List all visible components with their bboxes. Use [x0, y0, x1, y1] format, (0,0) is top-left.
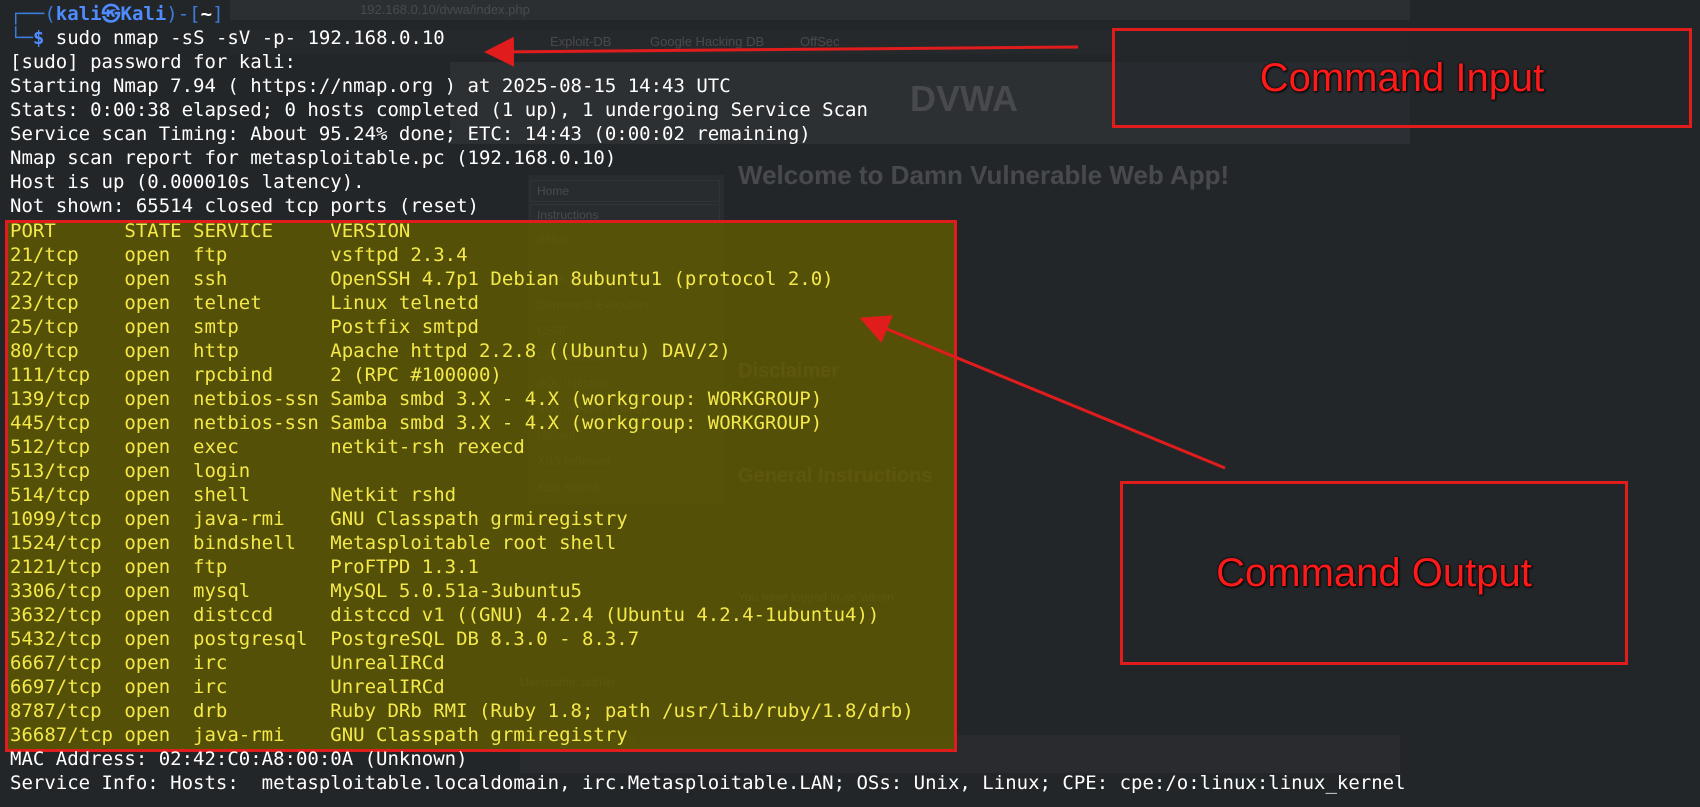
prompt-suffix: ]	[212, 3, 224, 25]
prompt-dir: ~	[200, 3, 213, 25]
browser-url: 192.168.0.10/dvwa/index.php	[360, 2, 530, 17]
command-output-annotation: Command Output	[1120, 481, 1628, 665]
port-row: 3632/tcp open distccd distccd v1 ((GNU) …	[10, 604, 880, 626]
port-row: 80/tcp open http Apache httpd 2.2.8 ((Ub…	[10, 340, 731, 362]
port-row: 3306/tcp open mysql MySQL 5.0.51a-3ubunt…	[10, 580, 582, 602]
output-line: Service scan Timing: About 95.24% done; …	[10, 123, 811, 145]
output-line-service-info: Service Info: Hosts: metasploitable.loca…	[10, 772, 1406, 794]
command-line[interactable]: └─$ sudo nmap -sS -sV -p- 192.168.0.10	[10, 26, 445, 50]
dvwa-heading: Welcome to Damn Vulnerable Web App!	[738, 160, 1230, 190]
port-row: 139/tcp open netbios-ssn Samba smbd 3.X …	[10, 388, 823, 410]
arrow-to-command	[484, 36, 1079, 67]
prompt-prefix: ┌──(	[10, 3, 56, 25]
output-line: [sudo] password for kali:	[10, 51, 296, 73]
port-table-header: PORT STATE SERVICE VERSION	[10, 220, 411, 242]
port-row: 445/tcp open netbios-ssn Samba smbd 3.X …	[10, 412, 823, 434]
command-text: sudo nmap -sS -sV -p- 192.168.0.10	[55, 27, 445, 49]
command-input-annotation: Command Input	[1112, 28, 1692, 128]
port-row: 1524/tcp open bindshell Metasploitable r…	[10, 532, 617, 554]
prompt-line-1: ┌──(kali㉿Kali)-[~]	[10, 2, 224, 26]
prompt-corner: └─	[10, 27, 33, 49]
port-row: 6697/tcp open irc UnrealIRCd	[10, 676, 445, 698]
command-input-label: Command Input	[1259, 55, 1545, 100]
browser-url-bar[interactable]: 192.168.0.10/dvwa/index.php	[230, 0, 1410, 20]
port-row: 514/tcp open shell Netkit rshd	[10, 484, 457, 506]
port-row: 6667/tcp open irc UnrealIRCd	[10, 652, 445, 674]
port-row: 25/tcp open smtp Postfix smtpd	[10, 316, 479, 338]
port-row: 1099/tcp open java-rmi GNU Classpath grm…	[10, 508, 628, 530]
port-row: 111/tcp open rpcbind 2 (RPC #100000)	[10, 364, 502, 386]
command-output-label: Command Output	[1216, 550, 1532, 595]
output-line: Host is up (0.000010s latency).	[10, 171, 365, 193]
output-line-mac: MAC Address: 02:42:C0:A8:00:0A (Unknown)	[10, 748, 468, 770]
dvwa-logo: DVWA	[910, 78, 1018, 119]
output-line: Not shown: 65514 closed tcp ports (reset…	[10, 195, 479, 217]
output-line: Nmap scan report for metasploitable.pc (…	[10, 147, 617, 169]
port-row: 21/tcp open ftp vsftpd 2.3.4	[10, 244, 468, 266]
bookmark-exploit-db[interactable]: Exploit-DB	[550, 34, 611, 49]
port-row: 512/tcp open exec netkit-rsh rexecd	[10, 436, 525, 458]
dvwa-menu-item[interactable]: Home	[530, 180, 720, 202]
prompt-dollar: $	[32, 27, 45, 49]
bookmark-google-hacking-db[interactable]: Google Hacking DB	[650, 34, 764, 49]
port-row: 36687/tcp open java-rmi GNU Classpath gr…	[10, 724, 628, 746]
port-row: 5432/tcp open postgresql PostgreSQL DB 8…	[10, 628, 640, 650]
port-row: 23/tcp open telnet Linux telnetd	[10, 292, 479, 314]
port-row: 22/tcp open ssh OpenSSH 4.7p1 Debian 8ub…	[10, 268, 834, 290]
prompt-user: kali㉿Kali	[55, 3, 167, 25]
output-line: Starting Nmap 7.94 ( https://nmap.org ) …	[10, 75, 731, 97]
port-row: 513/tcp open login	[10, 460, 251, 482]
port-row: 2121/tcp open ftp ProFTPD 1.3.1	[10, 556, 479, 578]
port-row: 8787/tcp open drb Ruby DRb RMI (Ruby 1.8…	[10, 700, 914, 722]
prompt-mid: )-[	[166, 3, 201, 25]
output-line: Stats: 0:00:38 elapsed; 0 hosts complete…	[10, 99, 868, 121]
bookmark-offsec[interactable]: OffSec	[800, 34, 840, 49]
